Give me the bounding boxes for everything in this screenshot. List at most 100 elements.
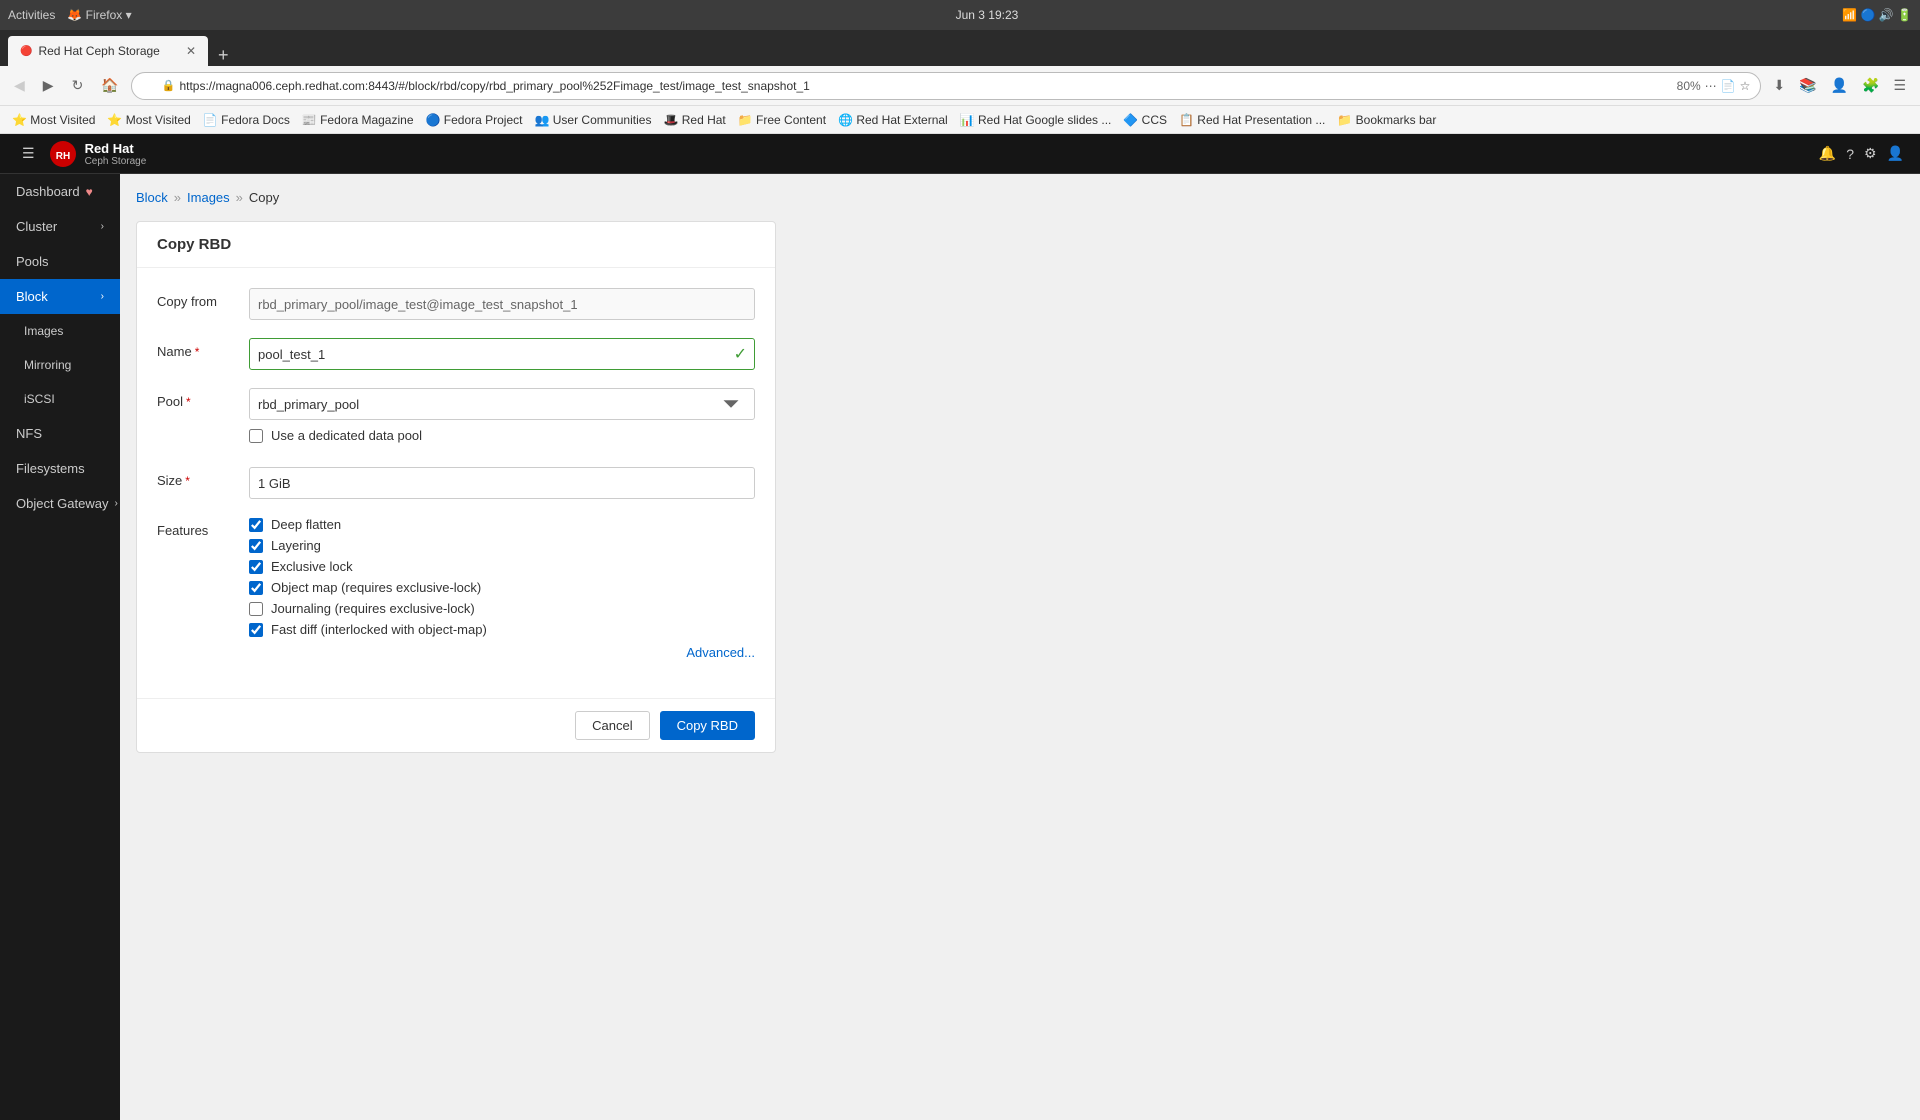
zoom-level: 80%: [1677, 79, 1701, 93]
breadcrumb-images[interactable]: Images: [187, 190, 230, 205]
advanced-link[interactable]: Advanced...: [249, 645, 755, 660]
sidebar-item-dashboard[interactable]: Dashboard ♥: [0, 174, 120, 209]
size-required-star: *: [185, 474, 190, 488]
browser-navbar: ◀ ▶ ↻ 🏠 🔒 https://magna006.ceph.redhat.c…: [0, 66, 1920, 106]
sidebar-item-block[interactable]: Block ›: [0, 279, 120, 314]
bookmark-red-hat-presentation[interactable]: 📋 Red Hat Presentation ...: [1175, 113, 1329, 127]
form-body: Copy from Name * ✓: [137, 268, 775, 698]
tab-close-button[interactable]: ✕: [186, 44, 196, 58]
submit-button[interactable]: Copy RBD: [660, 711, 755, 740]
bookmark-red-hat-slides[interactable]: 📊 Red Hat Google slides ...: [956, 113, 1116, 127]
forward-button[interactable]: ▶: [37, 73, 60, 98]
bookmark-bookmarks-bar[interactable]: 📁 Bookmarks bar: [1333, 113, 1440, 127]
bookmark-red-hat[interactable]: 🎩 Red Hat: [659, 113, 729, 127]
app-topbar: ☰ RH Red Hat Ceph Storage 🔔 ? ⚙ 👤: [0, 134, 1920, 174]
bookmark-star-icon[interactable]: ☆: [1740, 79, 1751, 93]
app-topbar-icons: 🔔 ? ⚙ 👤: [1819, 145, 1904, 162]
app-logo-text: Red Hat Ceph Storage: [85, 141, 147, 167]
cluster-label: Cluster: [16, 219, 57, 234]
address-url: https://magna006.ceph.redhat.com:8443/#/…: [179, 79, 1672, 93]
bookmark-most-visited-2[interactable]: ⭐ Most Visited: [103, 113, 194, 127]
reader-mode-icon[interactable]: 📄: [1721, 79, 1736, 93]
bookmark-red-hat-external[interactable]: 🌐 Red Hat External: [834, 113, 952, 127]
new-tab-button[interactable]: +: [212, 45, 235, 66]
pool-required-star: *: [186, 395, 191, 409]
sidebar-item-iscsi[interactable]: iSCSI: [0, 382, 120, 416]
pool-select[interactable]: rbd_primary_pool: [249, 388, 755, 420]
bookmarks-button[interactable]: 📚: [1793, 73, 1822, 98]
feature-object-map-checkbox[interactable]: [249, 581, 263, 595]
reload-button[interactable]: ↻: [66, 73, 90, 98]
bookmark-free-content[interactable]: 📁 Free Content: [734, 113, 830, 127]
activities-button[interactable]: Activities: [8, 8, 55, 22]
name-input[interactable]: [249, 338, 755, 370]
bookmark-fedora-docs[interactable]: 📄 Fedora Docs: [199, 113, 294, 127]
browser-tab-active[interactable]: 🔴 Red Hat Ceph Storage ✕: [8, 36, 208, 66]
extensions-button[interactable]: 🧩: [1856, 73, 1885, 98]
name-row: Name * ✓: [157, 338, 755, 370]
user-icon[interactable]: 👤: [1887, 145, 1904, 162]
feature-exclusive-lock-checkbox[interactable]: [249, 560, 263, 574]
sidebar-item-pools[interactable]: Pools: [0, 244, 120, 279]
bookmark-fedora-project[interactable]: 🔵 Fedora Project: [422, 113, 527, 127]
copy-from-input: [249, 288, 755, 320]
feature-deep-flatten-checkbox[interactable]: [249, 518, 263, 532]
bookmark-ccs[interactable]: 🔷 CCS: [1119, 113, 1171, 127]
breadcrumb-sep-1: »: [174, 190, 181, 205]
home-button[interactable]: 🏠: [95, 73, 124, 98]
sidebar-item-nfs[interactable]: NFS: [0, 416, 120, 451]
features-label: Features: [157, 517, 237, 538]
bookmark-most-visited-1[interactable]: ⭐ Most Visited: [8, 113, 99, 127]
notifications-icon[interactable]: 🔔: [1819, 145, 1836, 162]
app-container: Dashboard ♥ Cluster › Pools Block › Imag…: [0, 174, 1920, 1120]
help-icon[interactable]: ?: [1846, 146, 1854, 162]
data-pool-checkbox-row: Use a dedicated data pool: [249, 428, 422, 443]
security-lock-icon: 🔒: [162, 79, 176, 92]
downloads-button[interactable]: ⬇: [1767, 73, 1791, 98]
back-button[interactable]: ◀: [8, 73, 31, 98]
size-label: Size *: [157, 467, 237, 488]
titlebar-left: Activities 🦊 Firefox ▾: [8, 8, 132, 22]
breadcrumb-copy: Copy: [249, 190, 279, 205]
bookmark-user-communities[interactable]: 👥 User Communities: [530, 113, 655, 127]
sidebar: Dashboard ♥ Cluster › Pools Block › Imag…: [0, 174, 120, 1120]
pool-row: Pool * rbd_primary_pool: [157, 388, 755, 420]
more-icon[interactable]: ⋯: [1705, 79, 1717, 93]
feature-journaling-checkbox[interactable]: [249, 602, 263, 616]
dashboard-label: Dashboard: [16, 184, 80, 199]
feature-layering-checkbox[interactable]: [249, 539, 263, 553]
feature-object-map-label: Object map (requires exclusive-lock): [271, 580, 481, 595]
sidebar-item-object-gateway[interactable]: Object Gateway ›: [0, 486, 120, 521]
object-gateway-label: Object Gateway: [16, 496, 109, 511]
settings-icon[interactable]: ⚙: [1864, 145, 1877, 162]
sidebar-item-mirroring[interactable]: Mirroring: [0, 348, 120, 382]
features-control: Deep flatten Layering Exclusive lock: [249, 517, 755, 660]
sidebar-toggle-button[interactable]: ☰: [16, 141, 41, 166]
nfs-label: NFS: [16, 426, 42, 441]
sync-button[interactable]: 👤: [1825, 73, 1854, 98]
feature-fast-diff: Fast diff (interlocked with object-map): [249, 622, 755, 637]
address-bar[interactable]: 🔒 https://magna006.ceph.redhat.com:8443/…: [131, 72, 1762, 100]
cancel-button[interactable]: Cancel: [575, 711, 649, 740]
menu-button[interactable]: ☰: [1887, 73, 1912, 98]
sidebar-item-images[interactable]: Images: [0, 314, 120, 348]
titlebar-clock: Jun 3 19:23: [956, 8, 1019, 22]
firefox-menu[interactable]: 🦊 Firefox ▾: [67, 8, 131, 22]
bookmark-fedora-magazine[interactable]: 📰 Fedora Magazine: [298, 113, 418, 127]
size-control: [249, 467, 755, 499]
browser-tabbar: 🔴 Red Hat Ceph Storage ✕ +: [0, 30, 1920, 66]
tab-favicon: 🔴: [20, 46, 32, 57]
address-bar-actions: 80% ⋯ 📄 ☆: [1677, 79, 1751, 93]
sidebar-item-cluster[interactable]: Cluster ›: [0, 209, 120, 244]
size-input[interactable]: [249, 467, 755, 499]
mirroring-label: Mirroring: [24, 358, 71, 372]
breadcrumb: Block » Images » Copy: [136, 190, 1904, 205]
tab-title: Red Hat Ceph Storage: [38, 44, 159, 58]
breadcrumb-block[interactable]: Block: [136, 190, 168, 205]
sidebar-item-filesystems[interactable]: Filesystems: [0, 451, 120, 486]
feature-layering: Layering: [249, 538, 755, 553]
data-pool-checkbox[interactable]: [249, 429, 263, 443]
filesystems-label: Filesystems: [16, 461, 85, 476]
feature-fast-diff-checkbox[interactable]: [249, 623, 263, 637]
feature-exclusive-lock-label: Exclusive lock: [271, 559, 353, 574]
